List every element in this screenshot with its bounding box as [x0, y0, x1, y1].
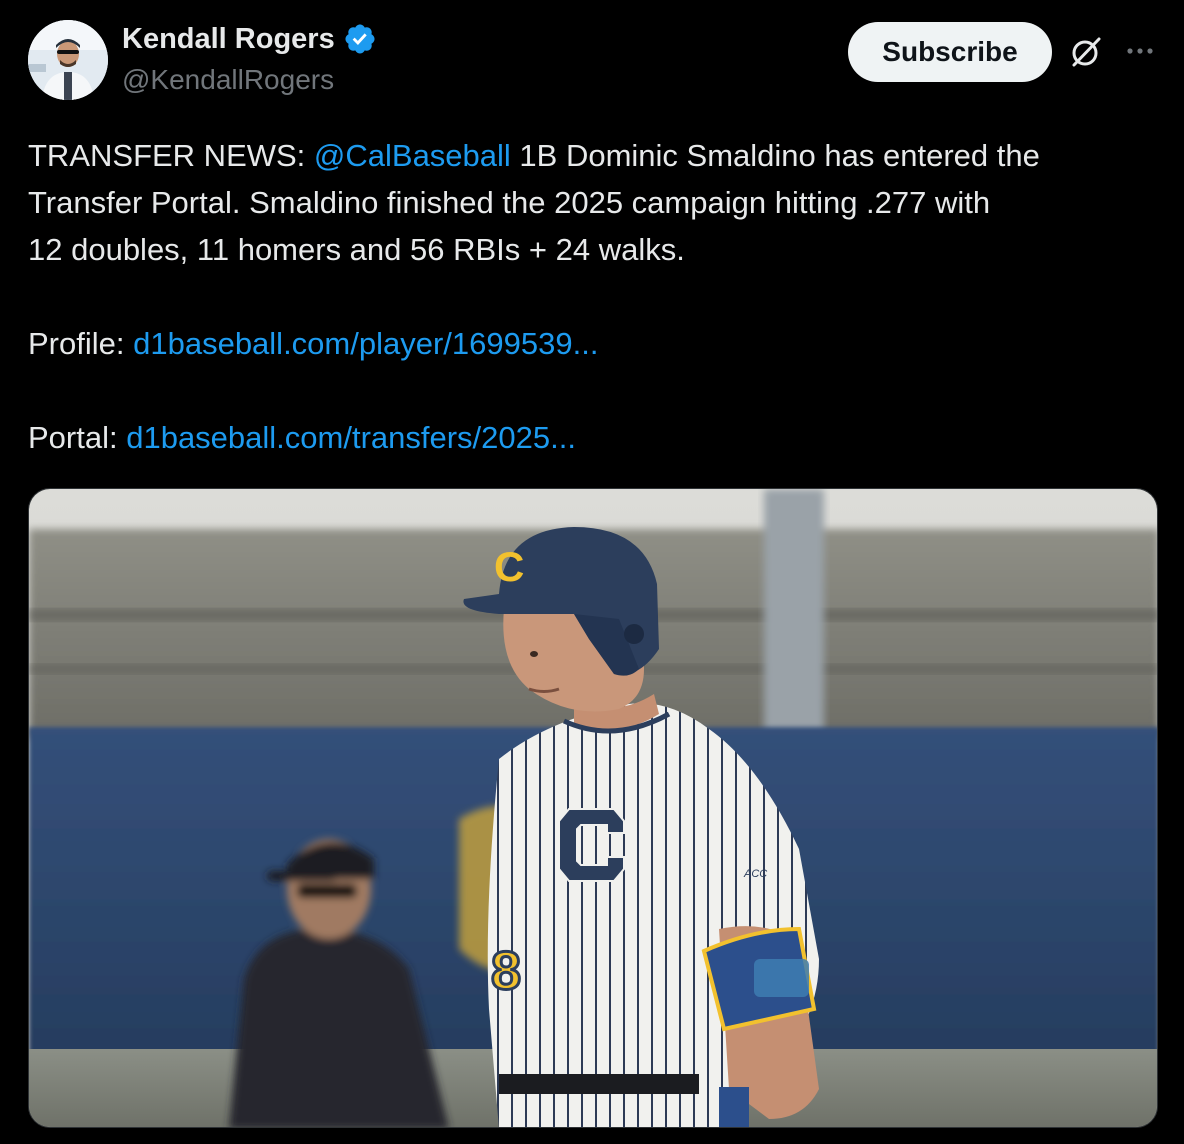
author-name[interactable]: Kendall Rogers — [122, 23, 335, 56]
profile-link[interactable]: d1baseball.com/player/1699539... — [133, 326, 598, 361]
portal-link[interactable]: d1baseball.com/transfers/2025... — [126, 420, 576, 455]
portal-label: Portal: — [28, 420, 127, 455]
subscribe-button[interactable]: Subscribe — [848, 22, 1052, 82]
author-handle[interactable]: @KendallRogers — [122, 64, 334, 96]
tweet-text-suffix: 1B Dominic Smaldino has entered the — [510, 138, 1040, 173]
author-avatar[interactable] — [28, 20, 108, 100]
tweet-text: TRANSFER NEWS: @CalBaseball 1B Dominic S… — [28, 132, 1158, 461]
tweet-card: Kendall Rogers @KendallRogers Subscribe … — [0, 0, 1184, 1144]
profile-line: Profile: d1baseball.com/player/1699539..… — [28, 320, 1158, 367]
more-icon[interactable] — [1122, 38, 1158, 64]
sleeve-patch: ACC — [743, 868, 767, 880]
tweet-line-2: Transfer Portal. Smaldino finished the 2… — [28, 185, 991, 220]
grok-icon[interactable] — [1068, 34, 1104, 70]
portal-line: Portal: d1baseball.com/transfers/2025... — [28, 414, 1158, 461]
tweet-line-3: 12 doubles, 11 homers and 56 RBIs + 24 w… — [28, 232, 685, 267]
mention-link[interactable]: @CalBaseball — [314, 138, 511, 173]
verified-badge-icon — [343, 22, 377, 56]
jersey-number: 8 — [491, 941, 521, 1001]
profile-label: Profile: — [28, 326, 134, 361]
tweet-media-photo[interactable]: ACC 8 C — [28, 488, 1158, 1128]
author-name-row[interactable]: Kendall Rogers — [122, 22, 377, 56]
tweet-text-prefix: TRANSFER NEWS: — [28, 138, 314, 173]
tweet-line-1: TRANSFER NEWS: @CalBaseball 1B Dominic S… — [28, 132, 1158, 179]
helmet-letter: C — [494, 543, 524, 590]
